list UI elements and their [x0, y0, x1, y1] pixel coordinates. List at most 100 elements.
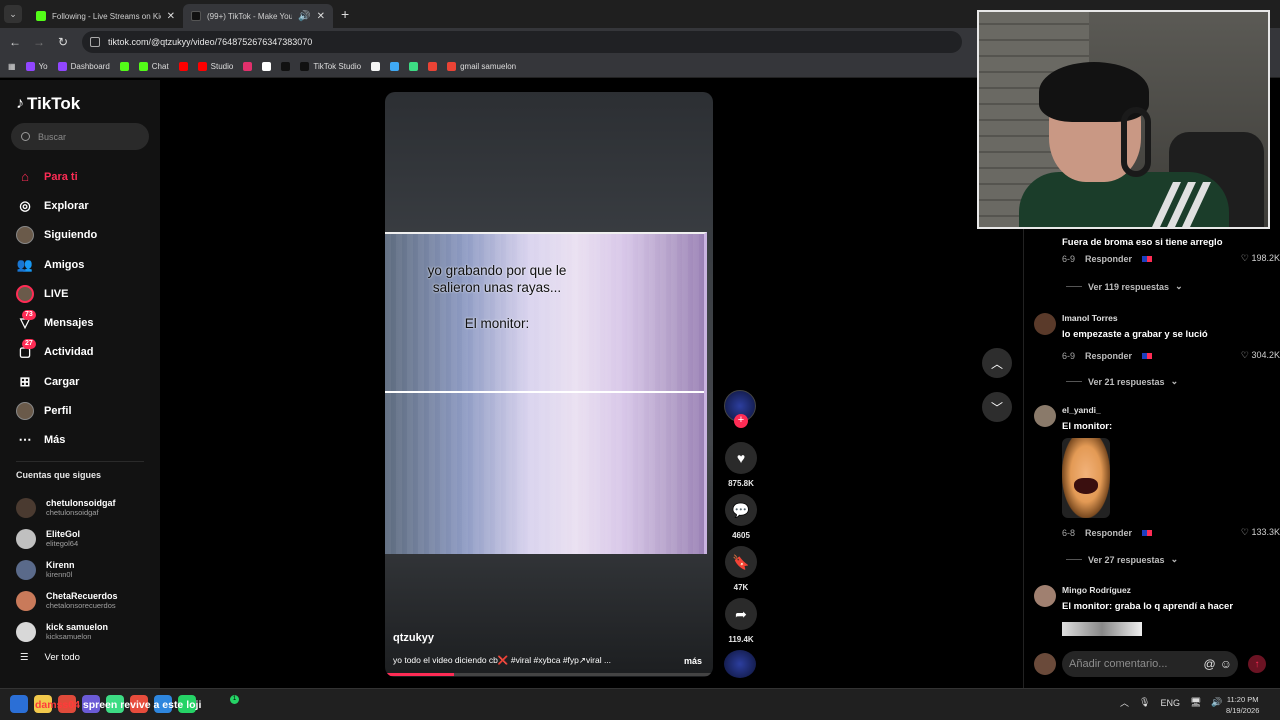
music-disc-icon[interactable]: [724, 650, 756, 678]
speaker-icon[interactable]: 🔊: [298, 11, 310, 22]
commenter-avatar[interactable]: [1034, 405, 1056, 427]
search-input[interactable]: Buscar: [11, 123, 149, 150]
tab-tiktok[interactable]: (99+) TikTok - Make Your Day 🔊 ✕: [183, 4, 333, 28]
next-video-button[interactable]: ﹀: [982, 392, 1012, 422]
view-replies-button[interactable]: Ver 27 respuestas ⌄: [1066, 554, 1178, 565]
comment-username[interactable]: Imanol Torres: [1062, 313, 1118, 323]
bookmark-item[interactable]: Studio: [197, 62, 233, 71]
bookmark-item[interactable]: [243, 62, 253, 71]
close-tab-icon[interactable]: ✕: [317, 11, 325, 22]
like-count: 875.8K: [728, 479, 754, 488]
video-player[interactable]: yo grabando por que le salieron unas ray…: [385, 92, 713, 677]
comment-like-button[interactable]: ♡ 304.2K: [1241, 350, 1280, 361]
back-icon[interactable]: ←: [6, 35, 24, 49]
view-replies-button[interactable]: Ver 119 respuestas ⌄: [1066, 281, 1183, 292]
forward-icon[interactable]: →: [30, 35, 48, 49]
heart-outline-icon: ♡: [1240, 350, 1252, 360]
close-tab-icon[interactable]: ✕: [167, 11, 175, 22]
nav-item-para-ti[interactable]: ⌂ Para ti: [16, 162, 156, 191]
tiktok-logo[interactable]: ♪ TikTok: [16, 94, 80, 114]
volume-icon[interactable]: 🔊: [1211, 697, 1222, 708]
nav-item-amigos[interactable]: 👥 Amigos: [16, 250, 156, 279]
new-tab-icon[interactable]: +: [341, 6, 349, 22]
reply-button[interactable]: Responder: [1085, 528, 1132, 538]
tray-chevron-icon[interactable]: ︿: [1120, 696, 1129, 709]
bookmark-item[interactable]: [428, 62, 438, 71]
bookmark-favicon-icon: [300, 62, 310, 71]
tab-kick[interactable]: Following - Live Streams on Kick ✕: [28, 4, 183, 28]
reply-button[interactable]: Responder: [1085, 254, 1132, 264]
comment-icon: 💬: [725, 494, 757, 526]
bookmark-item[interactable]: Chat: [138, 62, 169, 71]
comment-like-button[interactable]: ♡ 133.3K: [1241, 527, 1280, 538]
clock[interactable]: 11:20 PM 8/19/2026: [1226, 694, 1259, 716]
video-progress-bar[interactable]: [385, 673, 713, 676]
commenter-avatar[interactable]: [1034, 313, 1056, 335]
commenter-avatar[interactable]: [1034, 585, 1056, 607]
bookmark-item[interactable]: [178, 62, 188, 71]
comment-username[interactable]: Mingo Rodríguez: [1062, 585, 1131, 595]
avatar: [16, 559, 36, 580]
following-account[interactable]: kick samuelon kicksamuelon: [16, 616, 156, 647]
save-button[interactable]: 🔖 47K: [724, 546, 758, 592]
comment-username[interactable]: el_yandi_: [1062, 405, 1101, 415]
bookmark-item[interactable]: [390, 62, 400, 71]
nav-item-cargar[interactable]: ⊞ Cargar: [16, 367, 156, 396]
nav-item-siguiendo[interactable]: Siguiendo: [16, 221, 156, 250]
comment-text: El monitor: graba lo q aprendí a hacer: [1062, 601, 1234, 612]
account-handle: kicksamuelon: [46, 632, 92, 641]
bookmark-item[interactable]: [281, 62, 291, 71]
microphone-icon[interactable]: 🎙: [1139, 697, 1150, 708]
start-icon[interactable]: [10, 695, 28, 713]
divider: [16, 461, 144, 462]
headphones-icon: [1121, 107, 1151, 177]
following-account[interactable]: ChetaRecuerdos chetalonsorecuerdos: [16, 585, 156, 616]
see-all-button[interactable]: ☰ Ver todo: [20, 652, 80, 663]
following-account[interactable]: EliteGol elitegol64: [16, 523, 156, 554]
following-account[interactable]: Kirenn kirenn0l: [16, 554, 156, 585]
bookmark-item[interactable]: Dashboard: [57, 62, 110, 71]
search-placeholder: Buscar: [38, 131, 67, 142]
chevron-down-icon: ⌄: [1170, 376, 1179, 386]
nav-item-más[interactable]: ⋯ Más: [16, 426, 156, 455]
site-info-icon[interactable]: [90, 37, 100, 47]
account-name: chetulonsoidgaf: [46, 498, 116, 508]
nav-item-perfil[interactable]: Perfil: [16, 396, 156, 425]
nav-item-explorar[interactable]: ◎ Explorar: [16, 191, 156, 220]
mention-icon[interactable]: @: [1204, 657, 1216, 671]
comment-like-count: 133.3K: [1251, 527, 1280, 537]
bookmark-item[interactable]: Yo: [25, 62, 48, 71]
url-field[interactable]: tiktok.com/@qtzukyy/video/76487526763473…: [82, 31, 962, 53]
apps-icon[interactable]: ▦: [8, 62, 16, 71]
comment-button[interactable]: 💬 4605: [724, 494, 758, 540]
comment-like-button[interactable]: ♡ 198.2K: [1241, 253, 1280, 264]
bookmark-item[interactable]: [262, 62, 272, 71]
nav-item-live[interactable]: LIVE: [16, 279, 156, 308]
reply-button[interactable]: Responder: [1085, 351, 1132, 361]
comment-input[interactable]: Añadir comentario... @ ☺: [1062, 651, 1238, 677]
bookmark-item[interactable]: [119, 62, 129, 71]
bookmark-item[interactable]: [409, 62, 419, 71]
nav-item-actividad[interactable]: ▢ 27 Actividad: [16, 338, 156, 367]
nav-item-mensajes[interactable]: ▽ 73 Mensajes: [16, 308, 156, 337]
bookmark-item[interactable]: TikTok Studio: [300, 62, 361, 71]
following-account[interactable]: chetulonsoidgaf chetulonsoidgaf: [16, 492, 156, 523]
bookmark-favicon-icon: [371, 62, 381, 71]
language-indicator[interactable]: ENG: [1160, 698, 1180, 708]
reload-icon[interactable]: ↻: [54, 35, 72, 49]
tab-search-icon[interactable]: ⌄: [4, 5, 22, 23]
emoji-icon[interactable]: ☺: [1220, 657, 1232, 671]
bookmark-favicon-icon: [138, 62, 148, 71]
network-icon[interactable]: 🖥: [1190, 697, 1201, 708]
follow-plus-icon[interactable]: +: [734, 414, 748, 428]
video-author[interactable]: qtzukyy: [393, 632, 434, 644]
like-button[interactable]: ♥ 875.8K: [724, 442, 758, 488]
share-button[interactable]: ➦ 119.4K: [724, 598, 758, 644]
view-replies-button[interactable]: Ver 21 respuestas ⌄: [1066, 376, 1178, 387]
bookmark-label: TikTok Studio: [313, 62, 362, 71]
send-button[interactable]: ↑: [1248, 655, 1266, 673]
previous-video-button[interactable]: ︿: [982, 348, 1012, 378]
bookmark-item[interactable]: [371, 62, 381, 71]
more-button[interactable]: más: [684, 656, 702, 666]
bookmark-item[interactable]: gmail samuelon: [447, 62, 516, 71]
